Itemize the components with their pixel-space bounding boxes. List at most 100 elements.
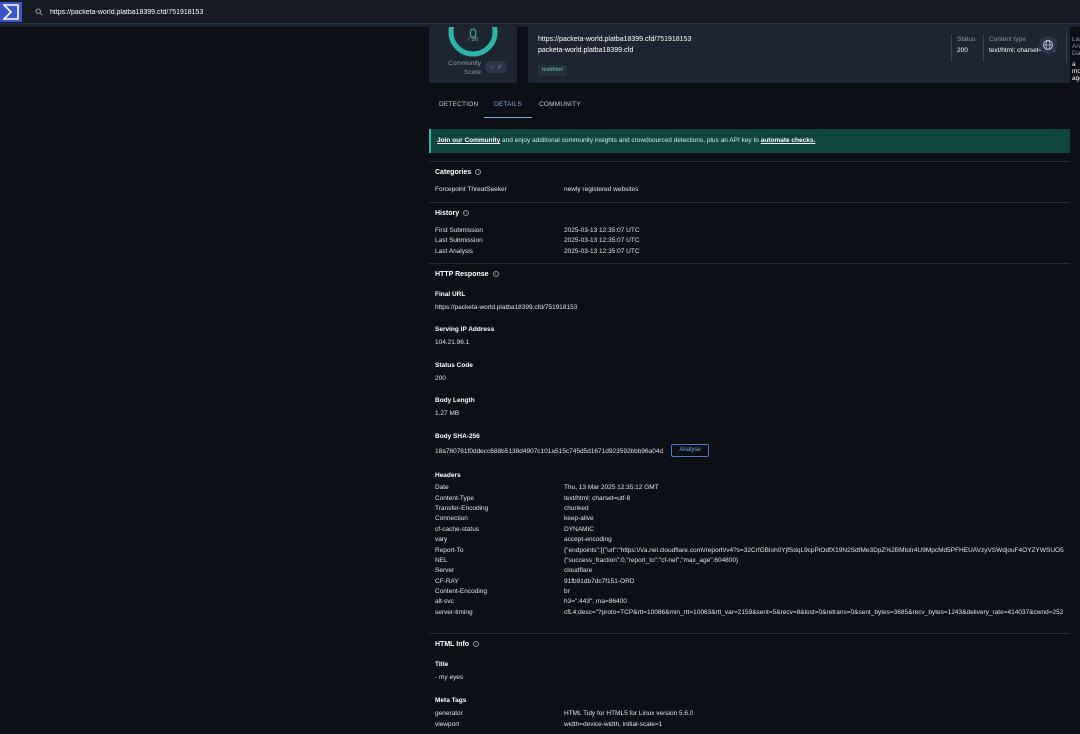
reanalyze-button[interactable] xyxy=(1039,36,1057,54)
last-analysis-label: Last Analysis Date xyxy=(1072,36,1080,57)
header-value: {"endpoints":[{"url":"https:\/\/a.nel.cl… xyxy=(564,547,1064,554)
header-name: NEL xyxy=(435,557,448,564)
header-name: cf-cache-status xyxy=(435,526,480,533)
divider xyxy=(1066,34,1067,62)
header-name: Server xyxy=(435,567,455,574)
history-label: Last Submission xyxy=(435,237,483,244)
html-title-value: - my eyes xyxy=(435,674,464,681)
category-vendor: Forcepoint ThreatSeeker xyxy=(435,186,507,193)
header-value: keep-alive xyxy=(564,515,594,522)
categories-title: Categories xyxy=(435,169,472,176)
history-label: First Submission xyxy=(435,227,484,234)
content-tag[interactable]: text/html xyxy=(538,65,567,76)
score-label-line: Score xyxy=(464,69,481,76)
header-value: accept-encoding xyxy=(564,536,612,543)
search-icon xyxy=(35,8,43,16)
divider xyxy=(983,34,984,62)
meta-tag-value: width=device-width, initial-scale=1 xyxy=(564,721,663,728)
header-value: cfL4;desc="?proto=TCP&rtt=10086&min_rtt=… xyxy=(564,609,1064,616)
url-info-card: https://packeta-world.platba18399.cfd/75… xyxy=(528,27,1080,83)
header-name: Content-Encoding xyxy=(435,588,488,595)
community-score-card: 0 / 96 Community Score ✓ ✗ xyxy=(429,27,517,83)
top-bar xyxy=(0,0,1080,24)
html-info-title: HTML Info xyxy=(435,641,470,648)
header-name: server-timing xyxy=(435,609,473,616)
final-url-label: Final URL xyxy=(435,291,466,298)
community-banner: Join our Community and enjoy additional … xyxy=(429,129,1070,153)
history-value: 2025-03-13 12:35:07 UTC xyxy=(564,227,640,234)
info-icon[interactable]: i xyxy=(473,641,480,648)
header-value: chunked xyxy=(564,505,589,512)
status-value: 200 xyxy=(957,47,968,54)
body-sha256-value[interactable]: 18a760781f0ddecc688b5138d4907c101a515c74… xyxy=(435,448,663,455)
section-title: Categories i xyxy=(435,169,482,176)
body-sha256-label: Body SHA-256 xyxy=(435,433,480,440)
tab-community[interactable]: COMMUNITY xyxy=(529,91,591,118)
http-response-title: HTTP Response xyxy=(435,271,489,278)
headers-label: Headers xyxy=(435,472,461,479)
history-value: 2025-03-13 12:35:07 UTC xyxy=(564,248,640,255)
virustotal-logo[interactable] xyxy=(0,2,22,22)
header-name: alt-svc xyxy=(435,598,454,605)
header-value: h3=":443"; ma=86400 xyxy=(564,598,627,605)
categories-section: Categories i Forcepoint ThreatSeeker newl… xyxy=(429,161,1070,199)
analyse-button[interactable]: Analyse xyxy=(671,444,709,457)
search-input[interactable] xyxy=(50,5,550,19)
serving-ip-value[interactable]: 104.21.96.1 xyxy=(435,339,469,346)
header-value: text/html; charset=utf-8 xyxy=(564,495,631,502)
tab-bar: DETECTION DETAILS COMMUNITY xyxy=(429,91,1070,119)
section-title: HTTP Response i xyxy=(435,271,499,278)
header-name: Connection xyxy=(435,515,468,522)
automate-checks-link[interactable]: automate checks. xyxy=(761,137,816,144)
info-icon[interactable]: i xyxy=(463,210,470,217)
meta-tag-name: viewport xyxy=(435,721,460,728)
header-name: Content-Type xyxy=(435,495,475,502)
analyzed-url: https://packeta-world.platba18399.cfd/75… xyxy=(538,36,692,43)
html-title-label: Title xyxy=(435,661,449,668)
header-value: cloudflare xyxy=(564,567,593,574)
last-analysis-meta: Last Analysis Date a moment ago xyxy=(1072,36,1080,82)
status-label: Status xyxy=(957,36,976,43)
history-title: History xyxy=(435,210,460,217)
meta-tags-label: Meta Tags xyxy=(435,697,467,704)
header-name: Date xyxy=(435,484,449,491)
score-total: / 96 xyxy=(468,37,479,43)
community-label-line: Community xyxy=(448,60,481,67)
category-value: newly registered websites xyxy=(564,186,639,193)
header-value: DYNAMIC xyxy=(564,526,594,533)
tab-details[interactable]: DETAILS xyxy=(484,91,533,118)
header-value: {"success_fraction":0,"report_to":"cf-ne… xyxy=(564,557,739,564)
history-label: Last Analysis xyxy=(435,248,473,255)
tab-detection[interactable]: DETECTION xyxy=(429,91,488,118)
final-url-value[interactable]: https://packeta-world.platba18399.cfd/75… xyxy=(435,304,577,311)
serving-ip-label: Serving IP Address xyxy=(435,326,495,333)
vote-button[interactable]: ✓ ✗ xyxy=(485,61,507,73)
banner-text: and enjoy additional community insights … xyxy=(500,137,761,144)
analyzed-domain[interactable]: packeta-world.platba18399.cfd xyxy=(538,47,633,54)
meta-tag-name: generator xyxy=(435,710,463,717)
history-section: History i First Submission 2025-03-13 12:… xyxy=(429,202,1070,260)
body-length-value: 1.27 MB xyxy=(435,410,460,417)
divider xyxy=(951,34,952,62)
status-meta: Status 200 xyxy=(957,36,975,54)
header-name: Transfer-Encoding xyxy=(435,505,489,512)
info-icon[interactable]: i xyxy=(475,169,482,176)
status-code-label: Status Code xyxy=(435,362,473,369)
join-community-link[interactable]: Join our Community xyxy=(437,137,500,144)
section-title: HTML Info i xyxy=(435,641,480,648)
globe-refresh-icon xyxy=(1043,40,1053,50)
header-value: Thu, 13 Mar 2025 12:35:12 GMT xyxy=(564,484,659,491)
meta-tag-value: HTML Tidy for HTML5 for Linux version 5.… xyxy=(564,710,694,717)
community-score-label: Community Score xyxy=(443,59,481,77)
sigma-logo-icon xyxy=(3,4,19,20)
header-value: br xyxy=(564,588,570,595)
score-gauge: 0 xyxy=(448,27,498,57)
last-analysis-value: a moment ago xyxy=(1072,61,1080,82)
info-icon[interactable]: i xyxy=(492,271,499,278)
history-value: 2025-03-13 12:35:07 UTC xyxy=(564,237,640,244)
section-title: History i xyxy=(435,210,470,217)
header-name: vary xyxy=(435,536,448,543)
header-name: CF-RAY xyxy=(435,578,459,585)
http-response-section: HTTP Response i Final URL https://packeta… xyxy=(429,263,1070,623)
body-length-label: Body Length xyxy=(435,397,475,404)
